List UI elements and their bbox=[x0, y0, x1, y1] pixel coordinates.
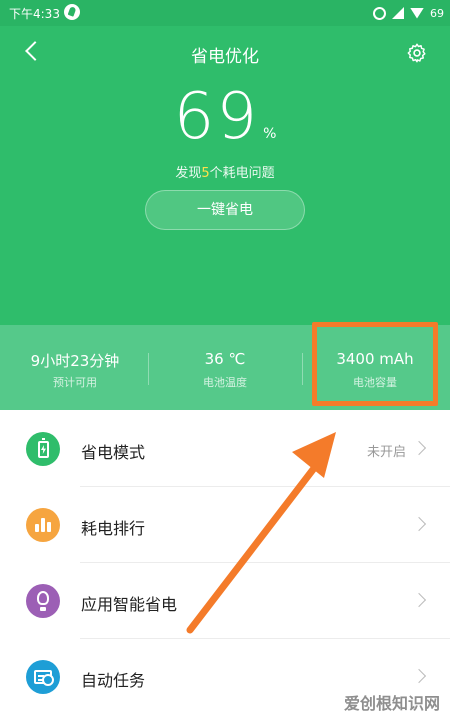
stat-divider bbox=[148, 353, 149, 385]
battery-percentage-unit: % bbox=[263, 126, 277, 142]
watermark: 爱创根知识网 bbox=[343, 694, 440, 713]
battery-percentage: 69% bbox=[0, 80, 450, 154]
one-key-save-button[interactable]: 一键省电 bbox=[145, 190, 305, 230]
list-item-power-saving-mode[interactable]: 省电模式 未开启 bbox=[0, 411, 450, 487]
status-bar: 下午4:33 69 bbox=[0, 0, 450, 26]
chevron-right-icon bbox=[411, 440, 427, 456]
list-item-status: 未开启 bbox=[366, 445, 406, 460]
lightbulb-icon bbox=[26, 584, 60, 618]
list-item-label: 应用智能省电 bbox=[81, 595, 178, 614]
list-item-label: 自动任务 bbox=[81, 671, 146, 690]
battery-percentage-value: 69 bbox=[173, 80, 260, 154]
stat-label: 电池温度 bbox=[203, 376, 247, 389]
gear-icon[interactable] bbox=[406, 42, 428, 64]
chevron-right-icon bbox=[411, 516, 427, 532]
list-item-app-smart-saving[interactable]: 应用智能省电 bbox=[0, 563, 450, 639]
page-title: 省电优化 bbox=[191, 47, 259, 67]
signal-icon bbox=[392, 7, 404, 19]
alarm-icon bbox=[373, 6, 386, 20]
status-battery-level: 69 bbox=[430, 6, 444, 20]
stat-remaining-time: 9小时23分钟 预计可用 bbox=[0, 325, 150, 410]
app-notification-icon bbox=[64, 4, 80, 20]
stat-label: 预计可用 bbox=[53, 376, 97, 389]
chevron-right-icon bbox=[411, 592, 427, 608]
highlight-box bbox=[312, 322, 438, 406]
list-item-label: 耗电排行 bbox=[81, 519, 146, 538]
issues-prefix: 发现 bbox=[175, 166, 202, 181]
battery-saver-icon bbox=[26, 432, 60, 466]
stat-value: 9小时23分钟 bbox=[30, 352, 120, 370]
issues-suffix: 个耗电问题 bbox=[209, 166, 275, 181]
stat-value: 36 ℃ bbox=[204, 350, 246, 368]
issues-count: 5 bbox=[201, 166, 210, 181]
list-item-power-ranking[interactable]: 耗电排行 bbox=[0, 487, 450, 563]
list-item-label: 省电模式 bbox=[81, 443, 146, 462]
wifi-icon bbox=[410, 7, 424, 19]
stat-battery-temperature: 36 ℃ 电池温度 bbox=[150, 325, 300, 410]
status-indicators: 69 bbox=[373, 4, 444, 22]
issues-summary: 发现5个耗电问题 bbox=[0, 162, 450, 181]
scheduled-task-icon bbox=[26, 660, 60, 694]
top-bar: 省电优化 bbox=[0, 30, 450, 74]
chevron-right-icon bbox=[411, 668, 427, 684]
bar-chart-icon bbox=[26, 508, 60, 542]
status-time: 下午4:33 bbox=[9, 7, 60, 21]
